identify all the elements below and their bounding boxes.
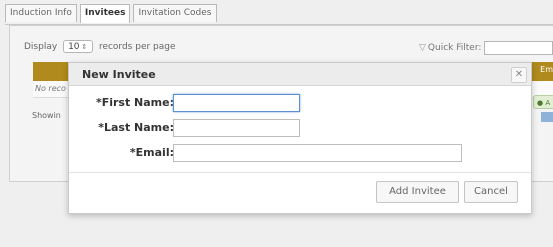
filter-icon: ▽ [419,43,426,53]
new-invitee-dialog: New Invitee ✕ *First Name: *Last Name: *… [68,62,532,214]
tab-bar: Induction Info Invitees Invitation Codes [5,4,220,24]
first-name-input[interactable] [173,94,300,112]
add-invitee-button[interactable]: Add Invitee [376,181,459,203]
tab-induction-info[interactable]: Induction Info [5,4,77,22]
last-name-label: *Last Name: [98,121,174,134]
tab-invitation-codes[interactable]: Invitation Codes [133,4,217,22]
tab-invitees[interactable]: Invitees [79,4,131,23]
per-page-select[interactable]: 10 ⇕ [63,40,94,53]
showing-count: Showin [32,111,61,120]
last-name-input[interactable] [173,119,300,137]
quick-filter: ▽ Quick Filter: [419,43,481,53]
records-per-page-control: Display 10 ⇕ records per page [24,40,176,53]
add-button[interactable]: ● A [533,95,553,109]
quick-filter-label: Quick Filter: [427,43,482,53]
column-header-email[interactable]: Em [540,65,553,74]
select-arrow-icon: ⇕ [81,43,88,51]
plus-icon: ● [537,99,544,107]
per-page-suffix: records per page [98,42,176,52]
close-icon[interactable]: ✕ [511,67,527,83]
add-button-label: A [545,99,551,107]
email-input[interactable] [173,144,462,162]
per-page-value: 10 [68,42,80,52]
dialog-header: New Invitee ✕ [69,63,531,86]
pager-button[interactable] [541,112,553,122]
display-label: Display [24,42,58,52]
email-label: *Email: [129,146,174,159]
cancel-button[interactable]: Cancel [464,181,518,203]
dialog-footer-divider [69,172,531,173]
quick-filter-input[interactable] [484,41,553,55]
first-name-label: *First Name: [95,96,174,109]
dialog-title: New Invitee [82,68,156,81]
